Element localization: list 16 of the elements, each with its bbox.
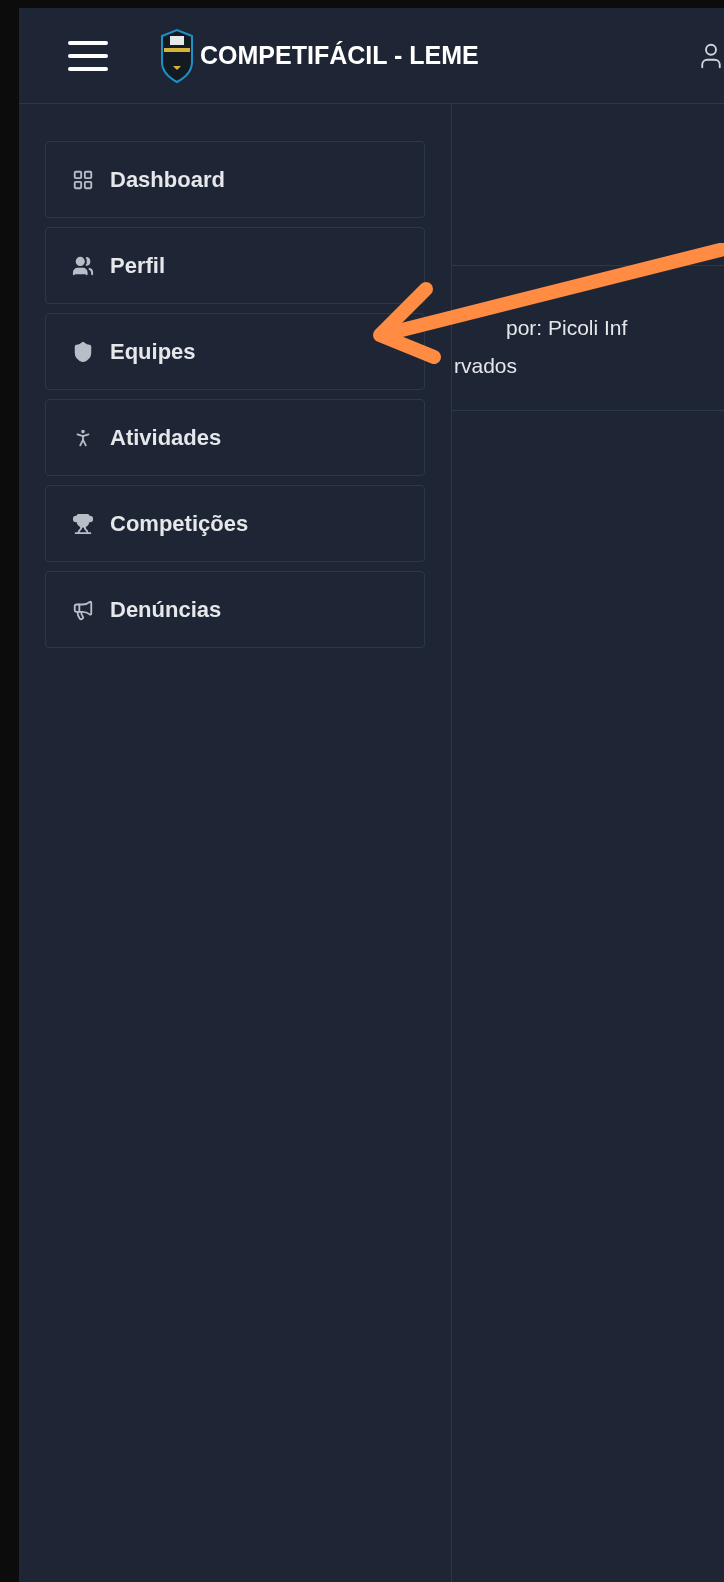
grid-icon bbox=[72, 168, 94, 191]
menu-icon[interactable] bbox=[68, 40, 108, 71]
people-icon bbox=[72, 254, 94, 277]
sidebar-item[interactable]: Dashboard bbox=[45, 141, 425, 218]
app-title: COMPETIFÁCIL - LEME bbox=[200, 39, 479, 71]
shield-icon bbox=[72, 340, 94, 363]
sidebar-item[interactable]: Competições bbox=[45, 485, 425, 562]
sidebar-item[interactable]: Denúncias bbox=[45, 571, 425, 648]
shield-logo-icon bbox=[158, 27, 196, 84]
trophy-icon bbox=[72, 512, 94, 535]
sidebar-item[interactable]: Perfil bbox=[45, 227, 425, 304]
megaphone-icon bbox=[72, 598, 94, 621]
sidebar-item[interactable]: Equipes bbox=[45, 313, 425, 390]
footer-text: por: Picoli Inf bbox=[506, 315, 629, 341]
footer-text: rvados bbox=[454, 352, 519, 379]
sidebar-item[interactable]: Atividades bbox=[45, 399, 425, 476]
